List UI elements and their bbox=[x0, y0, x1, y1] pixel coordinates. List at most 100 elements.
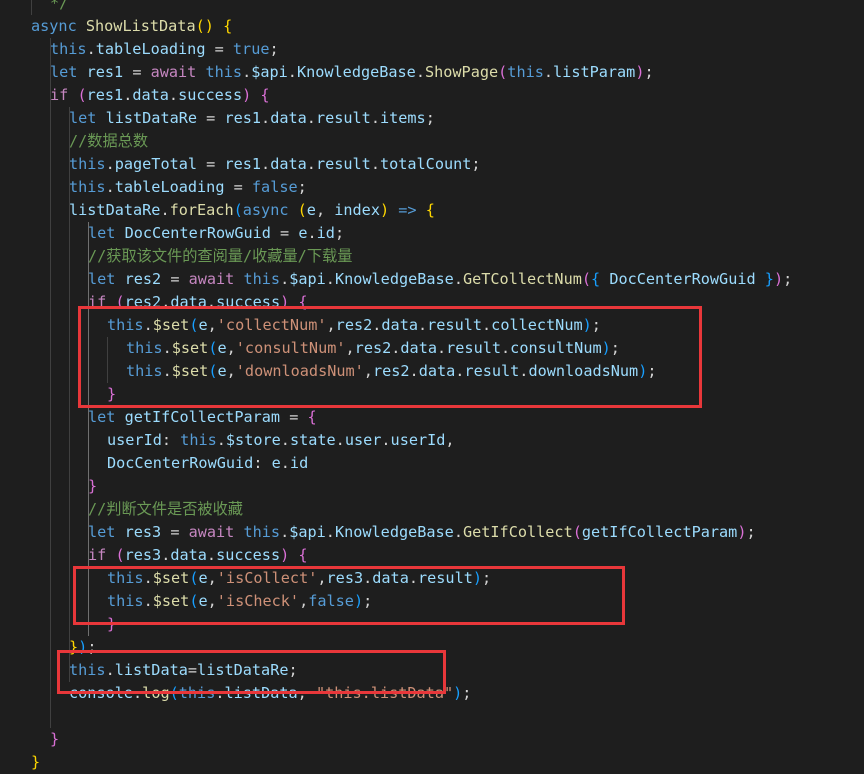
code-token: , bbox=[226, 339, 236, 357]
code-token: res1 bbox=[224, 155, 262, 173]
code-line[interactable]: async ShowListData() { bbox=[31, 15, 232, 38]
code-token: this bbox=[205, 63, 243, 81]
code-token: . bbox=[168, 86, 179, 104]
code-token: . bbox=[105, 178, 115, 196]
code-token: let bbox=[88, 270, 116, 288]
code-token: DocCenterRowGuid bbox=[124, 224, 271, 242]
code-token: e bbox=[217, 339, 227, 357]
indent-guide bbox=[31, 0, 32, 15]
code-line[interactable]: let DocCenterRowGuid = e.id; bbox=[88, 222, 344, 245]
code-token: //判断文件是否被收藏 bbox=[88, 500, 243, 518]
code-line[interactable]: let res2 = await this.$api.KnowledgeBase… bbox=[88, 268, 792, 291]
code-token: ) bbox=[379, 201, 390, 219]
code-line[interactable]: this.$set(e,'downloadsNum',res2.data.res… bbox=[126, 360, 657, 383]
code-token: id bbox=[289, 454, 309, 472]
code-line[interactable]: console.log(this.listData, "this.listDat… bbox=[69, 682, 471, 705]
code-line[interactable]: userId: this.$store.state.user.userId, bbox=[107, 429, 455, 452]
code-line[interactable]: if (res3.data.success) { bbox=[88, 544, 308, 567]
code-line[interactable]: let listDataRe = res1.data.result.items; bbox=[69, 107, 435, 130]
code-line[interactable]: //判断文件是否被收藏 bbox=[88, 498, 243, 521]
code-token: , bbox=[207, 569, 217, 587]
code-token: e bbox=[306, 201, 316, 219]
code-token: async bbox=[242, 201, 289, 219]
code-token: . bbox=[261, 109, 271, 127]
code-line[interactable]: */ bbox=[50, 0, 68, 15]
code-token: e bbox=[198, 592, 208, 610]
code-token: data bbox=[270, 109, 307, 127]
code-line[interactable]: this.$set(e,'consultNum',res2.data.resul… bbox=[126, 337, 620, 360]
code-line[interactable]: let getIfCollectParam = { bbox=[88, 406, 317, 429]
code-token: userId bbox=[107, 431, 162, 449]
code-token: = bbox=[197, 109, 225, 127]
code-token: if bbox=[88, 546, 107, 564]
code-token: getIfCollectParam bbox=[581, 523, 738, 541]
code-line[interactable]: listDataRe.forEach(async (e, index) => { bbox=[69, 199, 435, 222]
code-token: KnowledgeBase bbox=[296, 63, 416, 81]
code-token: false bbox=[308, 592, 354, 610]
indent-guide bbox=[50, 38, 51, 728]
code-line[interactable]: this.$set(e,'isCheck',false); bbox=[107, 590, 372, 613]
code-line[interactable]: if (res1.data.success) { bbox=[50, 84, 270, 107]
code-line[interactable]: if (res2.data.success) { bbox=[88, 291, 308, 314]
code-line[interactable]: } bbox=[88, 475, 97, 498]
code-line[interactable]: let res3 = await this.$api.KnowledgeBase… bbox=[88, 521, 756, 544]
code-token: e bbox=[298, 224, 308, 242]
code-token: . bbox=[363, 569, 373, 587]
code-token: $api bbox=[251, 63, 288, 81]
code-token: */ bbox=[50, 0, 69, 12]
code-line[interactable]: this.pageTotal = res1.data.result.totalC… bbox=[69, 153, 481, 176]
code-line[interactable]: } bbox=[50, 728, 59, 751]
code-token: result bbox=[418, 569, 473, 587]
code-token: ; bbox=[783, 270, 793, 288]
code-editor[interactable]: */async ShowListData() {this.tableLoadin… bbox=[0, 0, 864, 771]
code-line[interactable]: this.listData=listDataRe; bbox=[69, 659, 298, 682]
code-line[interactable]: this.$set(e,'collectNum',res2.data.resul… bbox=[107, 314, 601, 337]
code-token: this bbox=[243, 270, 281, 288]
code-token: result bbox=[464, 362, 520, 380]
code-line[interactable]: //数据总数 bbox=[69, 130, 148, 153]
code-token: ) bbox=[638, 362, 648, 380]
code-token: res2 bbox=[335, 316, 373, 334]
code-token: 'consultNum' bbox=[235, 339, 346, 357]
code-token: user bbox=[344, 431, 382, 449]
code-line[interactable]: this.tableLoading = true; bbox=[50, 38, 279, 61]
code-token: ; bbox=[462, 684, 472, 702]
code-line[interactable]: } bbox=[107, 383, 116, 406]
code-token: let bbox=[88, 224, 116, 242]
code-line[interactable]: this.tableLoading = false; bbox=[69, 176, 307, 199]
code-line[interactable]: } bbox=[107, 613, 116, 636]
code-line[interactable]: } bbox=[31, 751, 40, 774]
code-token: ) bbox=[242, 86, 252, 104]
code-token: ; bbox=[363, 592, 373, 610]
code-token: DocCenterRowGuid bbox=[609, 270, 756, 288]
code-token: res2 bbox=[372, 362, 410, 380]
code-line[interactable]: let res1 = await this.$api.KnowledgeBase… bbox=[50, 61, 654, 84]
code-token: result bbox=[427, 316, 483, 334]
code-token: this bbox=[69, 178, 106, 196]
code-line[interactable]: DocCenterRowGuid: e.id bbox=[107, 452, 308, 475]
code-token: e bbox=[271, 454, 281, 472]
code-token: . bbox=[143, 316, 153, 334]
code-token: result bbox=[315, 155, 371, 173]
code-token: res1 bbox=[224, 109, 262, 127]
code-token: listDataRe bbox=[105, 109, 198, 127]
code-token: ; bbox=[482, 569, 492, 587]
code-token: DocCenterRowGuid bbox=[107, 454, 254, 472]
code-token: data bbox=[372, 569, 409, 587]
code-token: res2 bbox=[124, 293, 162, 311]
code-token: result bbox=[446, 339, 502, 357]
code-token: await bbox=[188, 270, 235, 288]
code-token: //数据总数 bbox=[69, 132, 149, 150]
code-line[interactable]: }); bbox=[69, 636, 96, 659]
code-token: consultNum bbox=[510, 339, 602, 357]
code-line[interactable]: //获取该文件的查阅量/收藏量/下载量 bbox=[88, 245, 352, 268]
code-token: pageTotal bbox=[114, 155, 198, 173]
code-token: { bbox=[298, 293, 308, 311]
code-token: userId bbox=[390, 431, 446, 449]
code-token: . bbox=[143, 592, 153, 610]
code-token: { bbox=[260, 86, 270, 104]
code-token: . bbox=[306, 109, 316, 127]
code-token: = bbox=[197, 155, 225, 173]
code-line[interactable]: this.$set(e,'isCollect',res3.data.result… bbox=[107, 567, 491, 590]
